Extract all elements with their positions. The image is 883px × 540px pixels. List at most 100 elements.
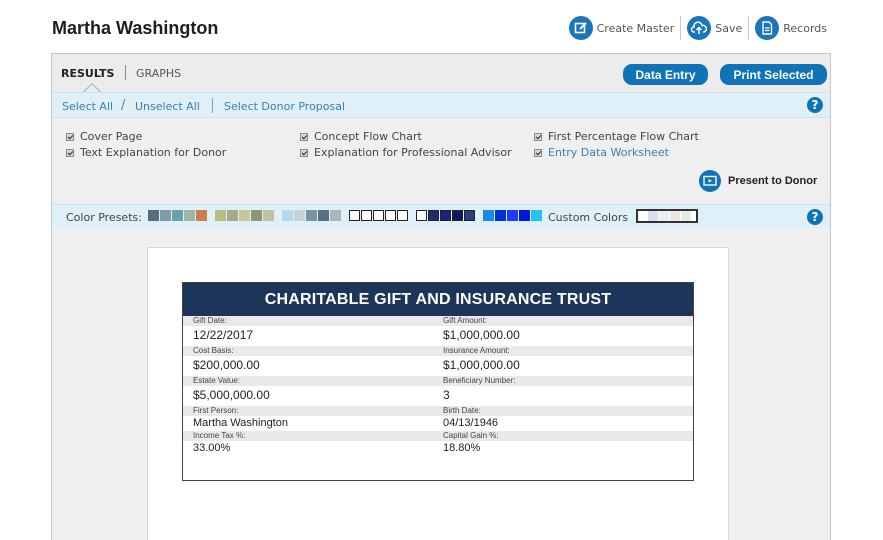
checkbox-checked-icon[interactable] [66,148,74,157]
tab-results[interactable]: RESULTS [61,67,114,80]
checkbox-label: Cover Page [80,130,143,143]
report-fields: Gift Date: 12/22/2017 Gift Amount: $1,000,0… [183,316,693,456]
select-donor-proposal-link[interactable]: Select Donor Proposal [224,100,345,113]
field-label: Beneficiary Number: [443,376,516,385]
field-label: Cost Basis: [193,346,234,355]
selection-bar: Select All / Unselect All Select Donor P… [52,92,830,118]
custom-colors-label: Custom Colors [548,211,629,224]
checkbox-checked-icon[interactable] [300,132,308,141]
color-preset-option[interactable] [215,210,275,221]
checkbox-explanation-professional-advisor[interactable]: Explanation for Professional Advisor [300,146,512,159]
field-label: Capital Gain %: [443,431,499,440]
checkbox-label: Concept Flow Chart [314,130,422,143]
color-swatch [361,210,372,221]
field-value: $200,000.00 [193,358,260,372]
field-value: Martha Washington [193,417,288,429]
checkbox-first-percentage-flow-chart[interactable]: First Percentage Flow Chart [534,130,699,143]
field-value: $1,000,000.00 [443,328,520,342]
checkbox-checked-icon[interactable] [300,148,308,157]
color-swatch [452,210,463,221]
field-label: Estate Value: [193,376,240,385]
create-master-label: Create Master [596,21,675,35]
color-preset-option[interactable] [282,210,342,221]
color-preset-option[interactable] [483,210,543,221]
field-value: 18.80% [443,442,481,454]
custom-color-swatch [670,211,680,221]
field-label: Insurance Amount: [443,346,510,355]
color-swatch [495,210,506,221]
checkbox-text-explanation-donor[interactable]: Text Explanation for Donor [66,146,226,159]
color-swatch [215,210,226,221]
color-swatch [519,210,530,221]
color-swatch [428,210,439,221]
data-entry-button[interactable]: Data Entry [623,64,708,85]
color-swatch [306,210,317,221]
present-to-donor-label: Present to Donor [728,175,818,187]
color-swatch [507,210,518,221]
checkbox-cover-page[interactable]: Cover Page [66,130,142,143]
color-presets-label: Color Presets: [66,211,142,224]
custom-color-swatch [659,211,669,221]
field-label: Gift Date: [193,316,227,325]
color-preset-option[interactable] [416,210,476,221]
field-value: 12/22/2017 [193,328,254,342]
color-swatch [483,210,494,221]
checkbox-label: Entry Data Worksheet [548,146,669,159]
help-icon[interactable]: ? [807,209,823,225]
save-button[interactable]: Save [680,16,748,40]
field-value: 33.00% [193,442,231,454]
color-swatch [172,210,183,221]
report-page: CHARITABLE GIFT AND INSURANCE TRUST Gift… [147,247,729,540]
color-swatch [416,210,427,221]
presentation-icon [699,170,721,192]
help-icon[interactable]: ? [807,97,823,113]
tab-graphs[interactable]: GRAPHS [136,67,181,80]
color-swatch [440,210,451,221]
color-presets-bar: Color Presets: Custom Colors ? [52,204,830,229]
color-preset-option[interactable] [349,210,409,221]
report-card: CHARITABLE GIFT AND INSURANCE TRUST Gift… [182,282,694,481]
color-swatch [160,210,171,221]
records-button[interactable]: Records [748,16,833,40]
client-name: Martha Washington [52,18,219,38]
color-swatch [349,210,360,221]
label-band [183,346,693,356]
label-band [183,431,693,441]
custom-color-swatch [681,211,691,221]
records-label: Records [783,21,827,35]
checkbox-checked-icon[interactable] [534,132,542,141]
print-selected-button[interactable]: Print Selected [720,64,827,85]
checkbox-label: Explanation for Professional Advisor [314,146,512,159]
results-panel: RESULTS GRAPHS Data Entry Print Selected… [51,53,831,540]
create-master-button[interactable]: Create Master [563,16,681,40]
select-separator: / [121,98,126,113]
select-all-link[interactable]: Select All [62,100,113,113]
field-label: Income Tax %: [193,431,246,440]
report-field-row: Gift Date: 12/22/2017 Gift Amount: $1,000,0… [183,316,693,346]
cloud-upload-icon [687,16,712,40]
tabs-bar: RESULTS GRAPHS Data Entry Print Selected [52,54,830,92]
checkbox-entry-data-worksheet[interactable]: Entry Data Worksheet [534,146,669,159]
color-swatch [397,210,408,221]
color-swatch [330,210,341,221]
color-swatch [263,210,274,221]
present-to-donor-button[interactable]: Present to Donor [699,170,817,192]
color-swatch [385,210,396,221]
label-band [183,406,693,416]
field-label: Birth Date: [443,406,481,415]
color-swatch [294,210,305,221]
checkbox-checked-icon[interactable] [66,132,74,141]
custom-colors-picker[interactable] [636,209,698,223]
tab-divider [125,65,126,80]
checkbox-label: First Percentage Flow Chart [548,130,699,143]
selection-divider [212,98,213,113]
color-preset-option[interactable] [148,210,208,221]
edit-icon [568,16,593,40]
field-label: Gift Amount: [443,316,488,325]
checkbox-concept-flow-chart[interactable]: Concept Flow Chart [300,130,422,143]
unselect-all-link[interactable]: Unselect All [135,100,200,113]
color-swatch [227,210,238,221]
checkbox-checked-icon[interactable] [534,148,542,157]
report-title: CHARITABLE GIFT AND INSURANCE TRUST [183,283,693,316]
report-field-row: Cost Basis: $200,000.00 Insurance Amount: $… [183,346,693,376]
